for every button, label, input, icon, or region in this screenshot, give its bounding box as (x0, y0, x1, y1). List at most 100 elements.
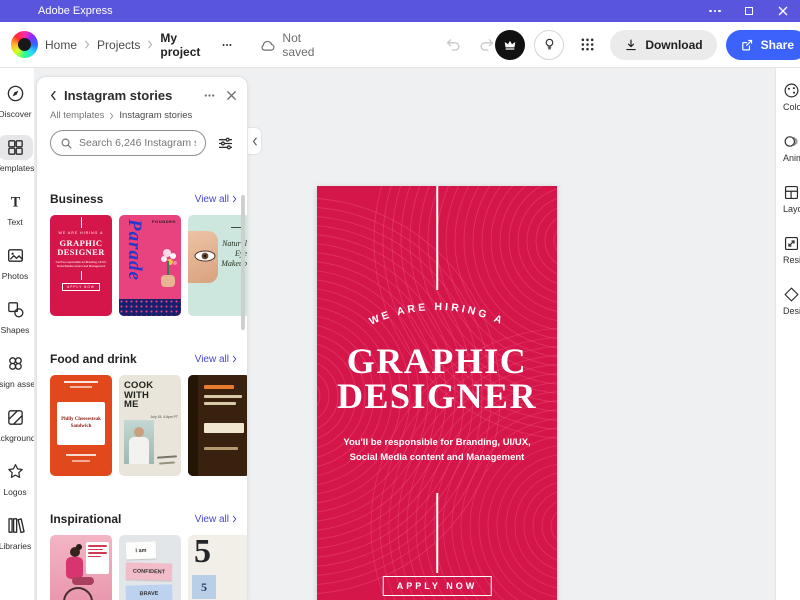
template-thumb-sticky-notes[interactable]: I am CONFIDENT BRAVE CAPABLE (119, 535, 181, 600)
adobe-express-logo[interactable] (11, 31, 38, 58)
sidebar-item-shapes[interactable]: Shapes (0, 292, 34, 340)
animation-icon (784, 136, 798, 147)
chevron-left-icon (252, 136, 257, 146)
search-input[interactable] (79, 137, 196, 149)
view-all-link[interactable]: View all (195, 354, 237, 365)
template-thumb-inspiration-photo[interactable] (50, 535, 112, 600)
search-icon (60, 137, 73, 150)
top-divider-line[interactable] (436, 186, 438, 290)
sidebar-item-design-assets[interactable]: Design assets (0, 346, 34, 394)
panel-breadcrumb-current: Instagram stories (119, 110, 193, 121)
sidebar-item-text[interactable]: T Text (0, 184, 34, 232)
sidebar-item-templates[interactable]: Templates (0, 130, 34, 178)
body-line1: You'll be responsible for Branding, UI/U… (343, 437, 531, 448)
panel-collapse-button[interactable] (248, 127, 262, 155)
share-button[interactable]: Share (725, 29, 800, 60)
left-navigation-rail: Discover Templates T Text Photos Shapes … (0, 68, 34, 600)
apply-now-button-text[interactable]: APPLY NOW (382, 576, 492, 596)
cloud-icon (259, 38, 276, 52)
rail-item-animation[interactable]: Animation (783, 133, 800, 163)
window-controls (698, 0, 800, 22)
filter-icon[interactable] (213, 131, 237, 155)
ideas-button[interactable] (534, 29, 565, 60)
view-all-link[interactable]: View all (195, 514, 237, 525)
template-thumb-parade[interactable]: FOUNDED Parade (119, 215, 181, 316)
breadcrumb-projects[interactable]: Projects (97, 38, 140, 52)
layout-icon (784, 185, 799, 200)
color-icon (784, 83, 799, 98)
window-close-icon[interactable] (766, 0, 800, 22)
face-photo (188, 231, 218, 283)
body-text[interactable]: You'll be responsible for Branding, UI/U… (325, 436, 549, 465)
search-row (50, 130, 237, 156)
panel-close-icon[interactable] (226, 90, 237, 101)
window-maximize-icon[interactable] (732, 0, 766, 22)
download-label: Download (645, 37, 703, 52)
hand-photo (161, 275, 175, 287)
sidebar-item-libraries[interactable]: Libraries (0, 508, 34, 556)
template-row: Philly Cheesesteak Sandwich COOK WITH ME … (50, 375, 247, 476)
adobe-express-app: Adobe Express Home Projects My project N… (0, 0, 800, 600)
design-assets-icon (8, 357, 22, 370)
section-title: Business (50, 192, 104, 206)
logos-icon (7, 464, 23, 478)
bottom-divider-line[interactable] (436, 493, 438, 573)
rail-item-design[interactable]: Design (783, 286, 800, 316)
panel-more-icon[interactable] (203, 89, 216, 102)
download-icon (626, 39, 637, 50)
project-more-icon[interactable] (221, 39, 233, 51)
body-line2: Social Media content and Management (349, 451, 525, 463)
toolbar-right-cluster: Download Share (495, 29, 800, 60)
template-row: WE ARE HIRING A GRAPHIC DESIGNER You'll … (50, 215, 247, 316)
photos-icon (7, 249, 23, 262)
template-thumb-hiring[interactable]: WE ARE HIRING A GRAPHIC DESIGNER You'll … (50, 215, 112, 316)
template-thumb-philly[interactable]: Philly Cheesesteak Sandwich (50, 375, 112, 476)
window-menu-icon[interactable] (698, 0, 732, 22)
undo-icon[interactable] (445, 36, 462, 53)
rail-item-color[interactable]: Color (783, 82, 800, 112)
search-box[interactable] (50, 130, 206, 156)
panel-breadcrumb-root[interactable]: All templates (50, 110, 104, 121)
breadcrumb-current-project[interactable]: My project (160, 31, 212, 59)
backgrounds-icon (7, 410, 23, 425)
template-row: I am CONFIDENT BRAVE CAPABLE 5 5 (50, 535, 247, 600)
panel-scrollbar[interactable] (241, 195, 245, 330)
chevron-right-icon (109, 112, 114, 120)
back-icon[interactable] (50, 90, 57, 101)
template-thumb-cook-with-me[interactable]: COOK WITH ME July 15, 4-6pm PT (119, 375, 181, 476)
panel-header: Instagram stories (50, 88, 237, 103)
compass-icon (7, 85, 23, 102)
section-inspirational: Inspirational View all I am CONFIDENT BR… (50, 512, 247, 600)
redo-icon[interactable] (478, 36, 495, 53)
template-thumb-eye-makeup[interactable]: Natural Eye Makeup (188, 215, 247, 316)
breadcrumb-home[interactable]: Home (45, 38, 77, 52)
main-toolbar: Home Projects My project Not saved Downl… (0, 22, 800, 68)
breadcrumb: Home Projects My project (45, 31, 233, 59)
story-artboard[interactable]: WE ARE HIRING A GRAPHIC DESIGNER You'll … (317, 186, 557, 600)
apps-grid-icon[interactable] (573, 31, 601, 59)
rail-item-resize[interactable]: Resize (783, 235, 800, 265)
flower-bouquet (163, 249, 171, 257)
headline-text[interactable]: GRAPHIC DESIGNER (317, 341, 557, 415)
template-thumb-recipes[interactable] (188, 375, 247, 476)
template-thumb-numbers[interactable]: 5 5 (188, 535, 247, 600)
share-icon (741, 39, 752, 50)
sidebar-item-backgrounds[interactable]: Backgrounds (0, 400, 34, 448)
svg-text:T: T (10, 194, 20, 210)
app-title: Adobe Express (38, 5, 113, 17)
view-all-link[interactable]: View all (195, 194, 237, 205)
right-properties-rail: Color Animation Layout Resize Design (775, 68, 800, 600)
chevron-right-icon (232, 195, 237, 203)
lightbulb-icon (545, 38, 554, 50)
chevron-right-icon (232, 355, 237, 363)
headline-line1: GRAPHIC (346, 341, 528, 381)
rail-item-layout[interactable]: Layout (783, 184, 800, 214)
section-title: Food and drink (50, 352, 137, 366)
sidebar-item-photos[interactable]: Photos (0, 238, 34, 286)
download-button[interactable]: Download (610, 29, 717, 60)
chevron-right-icon (147, 40, 153, 49)
sidebar-item-discover[interactable]: Discover (0, 76, 34, 124)
section-food-and-drink: Food and drink View all Philly Cheeseste… (50, 352, 247, 476)
sidebar-item-logos[interactable]: Logos (0, 454, 34, 502)
premium-button[interactable] (495, 29, 526, 60)
